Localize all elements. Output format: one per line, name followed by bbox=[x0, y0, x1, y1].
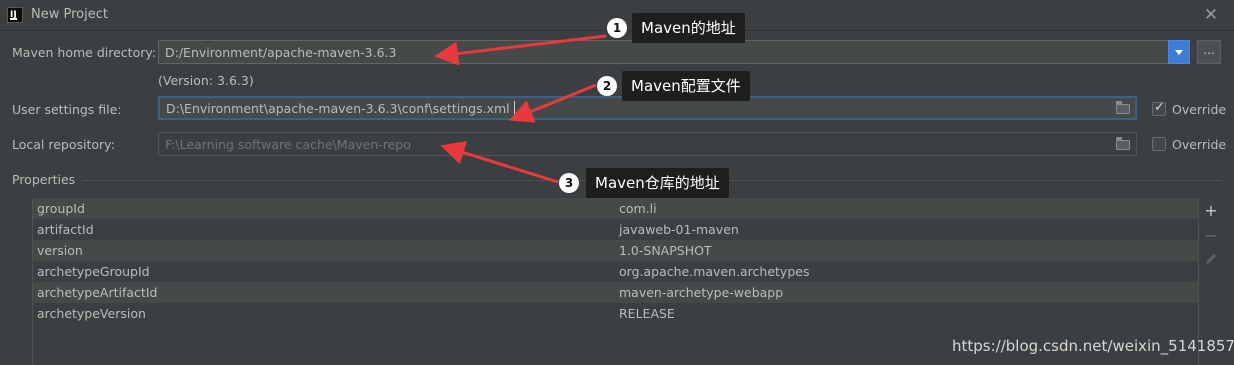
annotation-badge-2: 2 bbox=[597, 76, 617, 96]
watermark-text: https://blog.csdn.net/weixin_51418572 bbox=[952, 337, 1234, 355]
annotation-callout-1: Maven的地址 bbox=[632, 13, 745, 43]
annotation-arrow-3 bbox=[440, 141, 559, 184]
annotation-badge-3: 3 bbox=[559, 173, 579, 193]
annotation-arrow-1 bbox=[434, 34, 607, 66]
annotation-callout-2: Maven配置文件 bbox=[622, 71, 750, 101]
annotation-callout-3: Maven仓库的地址 bbox=[586, 168, 729, 198]
annotation-arrow-2 bbox=[508, 83, 597, 123]
annotation-badge-1: 1 bbox=[607, 18, 627, 38]
